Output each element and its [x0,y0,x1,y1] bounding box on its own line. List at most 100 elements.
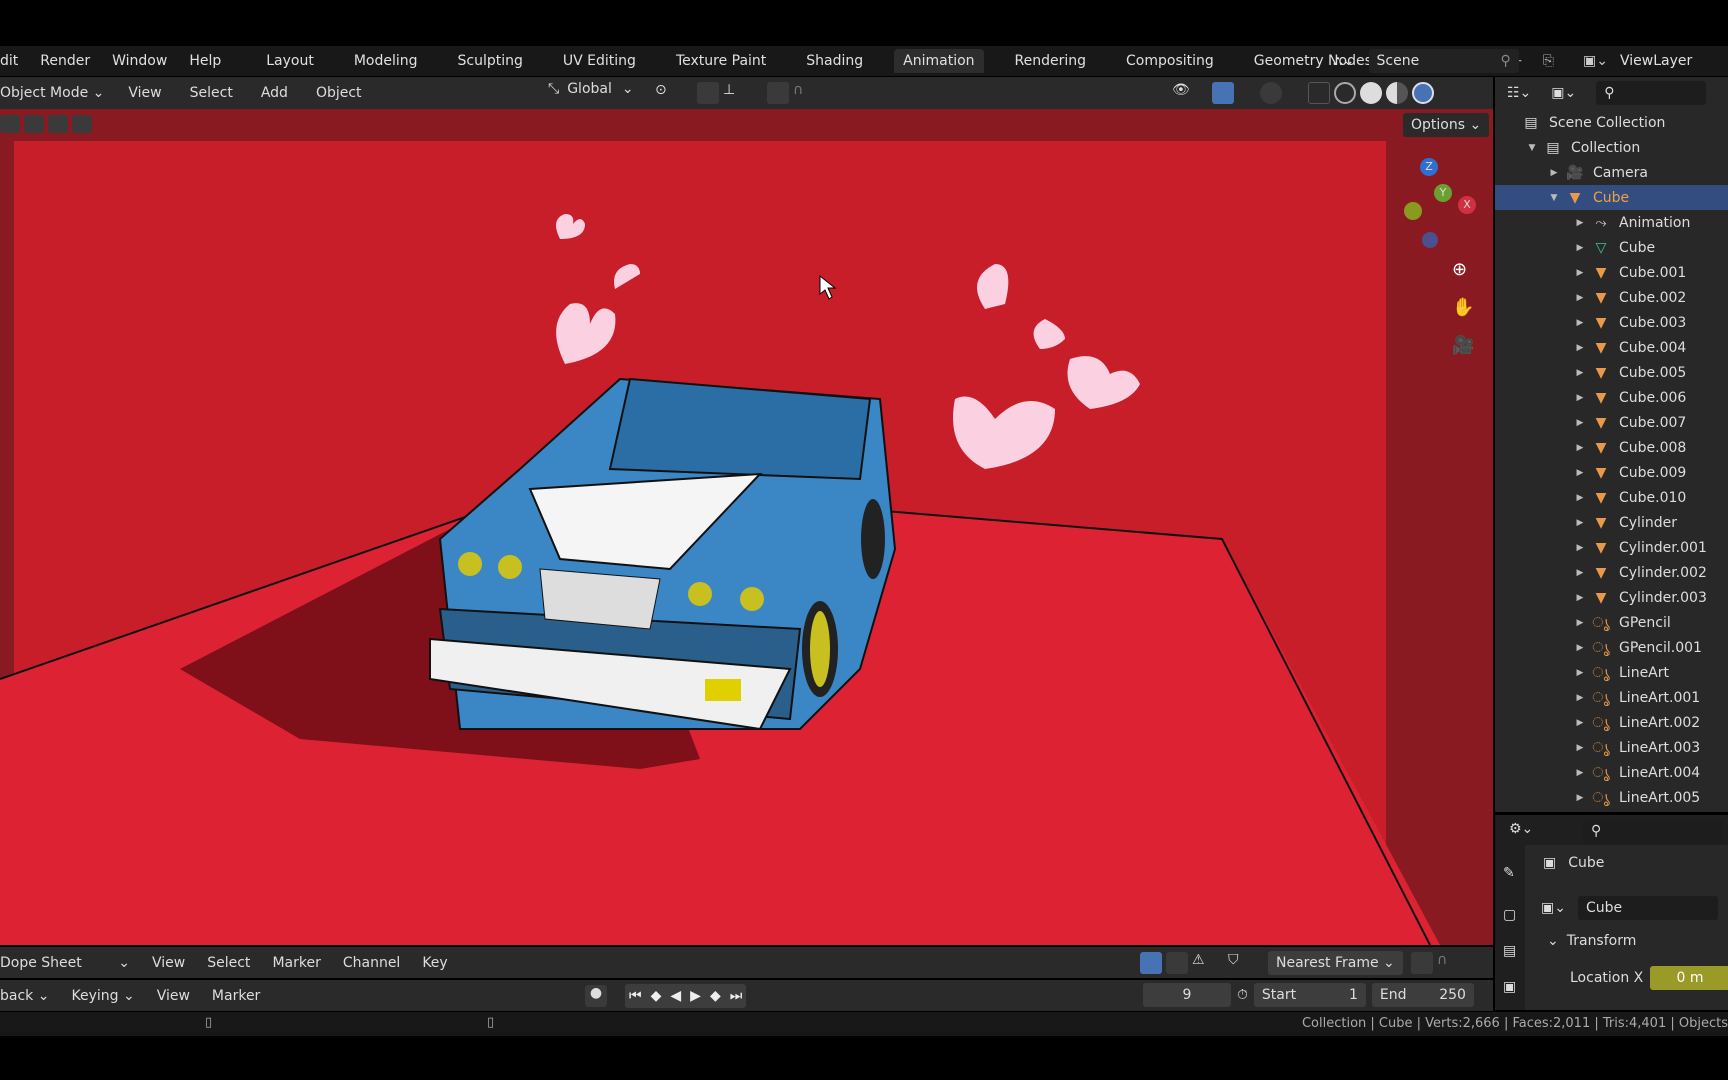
jump-end-icon[interactable]: ⏭ [730,988,743,1004]
outliner-row[interactable]: ▶ൃ LineArt [1569,660,1669,685]
workspace-tab-texture-paint[interactable]: Texture Paint [667,49,775,73]
transform-panel-header[interactable]: ⌄ Transform [1547,933,1636,949]
select-subtract-icon[interactable] [48,115,68,133]
outliner-row[interactable]: ▶ ▼ Cube.009 [1569,460,1687,485]
outliner-row[interactable]: ▶ ▼ Cube.005 [1569,360,1687,385]
workspace-tab-layout[interactable]: Layout [257,49,323,73]
keying-dropdown[interactable]: Keying ⌄ [71,988,134,1004]
select-intersect-icon[interactable] [72,115,92,133]
workspace-tab-sculpting[interactable]: Sculpting [449,49,532,73]
rendered-shading-icon[interactable] [1412,82,1434,104]
timeline-menu-view[interactable]: View [157,988,190,1004]
expand-icon[interactable]: ▶ [1569,268,1591,278]
scene-selector[interactable]: ⛬⌄ Scene ⚲ ⎘ × [1333,49,1618,73]
outliner-row[interactable]: ▶ ▼ Cube.010 [1569,485,1687,510]
expand-icon[interactable]: ▶ [1569,218,1591,228]
menu-help[interactable]: Help [189,53,221,69]
wireframe-shading-icon[interactable] [1334,82,1356,104]
viewport-menu-add[interactable]: Add [261,85,288,101]
expand-icon[interactable]: ▶ [1569,693,1591,703]
gizmo-x[interactable]: X [1458,196,1476,214]
stopwatch-icon[interactable]: ⏱ [1237,987,1248,1003]
expand-icon[interactable]: ▶ [1569,343,1591,353]
outliner-row[interactable]: ▶ൃ LineArt.005 [1569,785,1701,810]
outliner-row[interactable]: ▶ ▼ Cylinder.003 [1569,585,1707,610]
workspace-tab-uv-editing[interactable]: UV Editing [554,49,645,73]
filter-icon[interactable]: ⛉ [1228,952,1250,974]
view-layer-field[interactable]: ViewLayer [1620,53,1692,69]
expand-icon[interactable]: ▶ [1569,418,1591,428]
workspace-tab-compositing[interactable]: Compositing [1117,49,1223,73]
properties-search[interactable]: ⚲ [1583,819,1723,843]
proportional-edit-icon[interactable] [1411,952,1433,974]
expand-icon[interactable]: ▶ [1569,443,1591,453]
outliner-row[interactable]: ▶ 🎥 Camera [1543,160,1648,185]
end-frame-field[interactable]: End 250 [1371,983,1474,1007]
outliner-row[interactable]: ▶ൃ LineArt.002 [1569,710,1701,735]
workspace-tab-shading[interactable]: Shading [797,49,872,73]
menu-render[interactable]: Render [40,53,90,69]
dope-menu-select[interactable]: Select [207,955,250,971]
menu-window[interactable]: Window [112,53,167,69]
viewport-menu-select[interactable]: Select [190,85,233,101]
scene-field[interactable]: Scene [1368,49,1519,73]
3d-viewport[interactable]: Options ⌄ Z Y X ⊕ ✋ 🎥 [0,109,1493,946]
outliner-row[interactable]: ▶ ▼ Cube.006 [1569,385,1687,410]
outliner-row[interactable]: ▶ൃ GPencil.001 [1569,635,1702,660]
data-block-row[interactable]: ▣⌄ Cube [1541,896,1718,920]
play-reverse-icon[interactable]: ◀ [670,988,681,1004]
snap-increment-icon[interactable]: ⊥ [723,82,745,104]
collection-row[interactable]: ▼ ▤ Collection [1521,135,1641,160]
jump-start-icon[interactable]: ⏮ [629,988,642,1004]
new-scene-icon[interactable]: ⎘ [1543,53,1554,69]
gizmo-toggle-icon[interactable] [1212,82,1234,104]
overlay-icon[interactable] [1260,82,1282,104]
material-shading-icon[interactable] [1386,82,1408,104]
pin-icon[interactable]: ⚲ [1501,53,1511,69]
outliner-row[interactable]: ▶ൃ LineArt.004 [1569,760,1701,785]
menu-edit[interactable]: dit [0,53,18,69]
expand-icon[interactable]: ▶ [1569,518,1591,528]
current-frame-field[interactable]: 9 [1143,983,1231,1007]
dope-menu-view[interactable]: View [152,955,185,971]
playback-dropdown[interactable]: back ⌄ [0,988,49,1004]
scene-collection-row[interactable]: ▤ Scene Collection [1521,110,1665,135]
select-mode-buttons[interactable] [0,115,96,133]
expand-icon[interactable]: ▶ [1569,368,1591,378]
gizmo-z[interactable]: Z [1420,158,1438,176]
mode-dropdown[interactable]: Object Mode ⌄ [0,85,104,101]
solid-shading-icon[interactable] [1360,82,1382,104]
proportional-edit-icon[interactable] [767,82,789,104]
expand-icon[interactable]: ▶ [1569,318,1591,328]
outliner-row[interactable]: ▶ ▼ Cylinder.001 [1569,535,1707,560]
expand-icon[interactable]: ▶ [1569,793,1591,803]
dope-menu-key[interactable]: Key [422,955,447,971]
dope-menu-marker[interactable]: Marker [272,955,320,971]
snap-dropdown[interactable]: Nearest Frame ⌄ [1268,951,1403,975]
outliner-row[interactable]: ▶ ▼ Cube.002 [1569,285,1687,310]
outliner-row[interactable]: ▶ൃ GPencil [1569,610,1671,635]
camera-view-icon[interactable]: 🎥 [1452,335,1474,356]
play-icon[interactable]: ▶ [690,988,701,1004]
object-name-field[interactable]: Cube [1577,896,1718,920]
xray-icon[interactable] [1308,82,1330,104]
workspace-tab-rendering[interactable]: Rendering [1006,49,1096,73]
tool-tab-icon[interactable]: ✎ [1503,865,1515,881]
outliner-row[interactable]: ▶ ▼ Cube.008 [1569,435,1687,460]
outliner-row[interactable]: ▶ ▼ Cube.004 [1569,335,1687,360]
display-mode-icon[interactable]: ☷⌄ [1507,85,1531,101]
expand-icon[interactable]: ▶ [1569,393,1591,403]
outliner-row[interactable]: ▶ ▼ Cylinder.002 [1569,560,1707,585]
gizmo-y[interactable]: Y [1434,184,1452,202]
select-extend-icon[interactable] [24,115,44,133]
outliner-row[interactable]: ▶ൃ LineArt.001 [1569,685,1701,710]
expand-icon[interactable]: ▶ [1569,568,1591,578]
visibility-icon[interactable]: 👁 [1172,82,1194,104]
falloff-icon[interactable]: ∩ [1437,952,1459,974]
view-layer-tab-icon[interactable]: ▣ [1503,979,1516,995]
falloff-icon[interactable]: ∩ [793,82,815,104]
pivot-icon[interactable]: ⊙ [655,82,677,104]
outliner-row[interactable]: ▶ ▼ Cylinder [1569,510,1677,535]
record-icon[interactable]: ● [585,984,607,1007]
show-hidden-icon[interactable] [1166,952,1188,974]
